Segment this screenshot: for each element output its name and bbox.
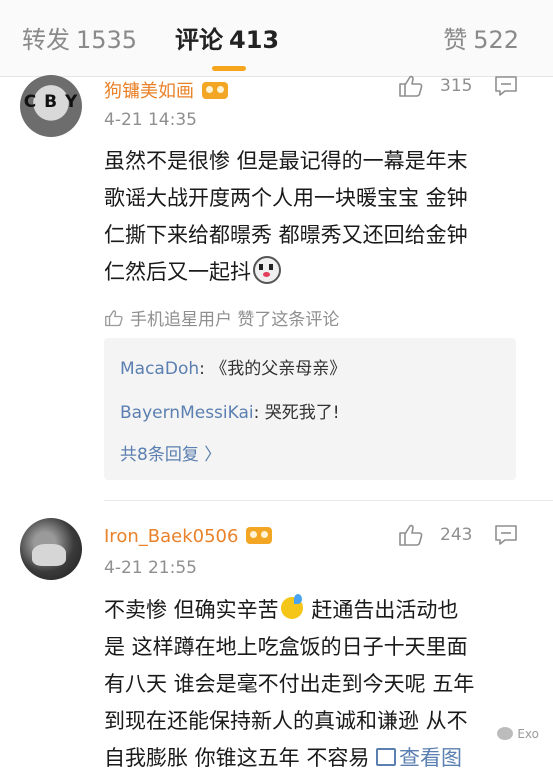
wechat-icon	[497, 727, 514, 740]
comment-divider	[104, 500, 553, 501]
member-badge-icon	[246, 526, 273, 544]
comment-line: 仁然后又一起抖	[104, 260, 251, 284]
thumbs-up-small-icon	[105, 310, 123, 327]
reply-text: 哭死我了!	[264, 403, 340, 423]
comment-line: 虽然不是很惨 但是最记得的一幕是年末	[104, 149, 468, 173]
tab-comment[interactable]: 评论 413	[175, 20, 279, 55]
comment-body: 虽然不是很惨 但是最记得的一幕是年末 歌谣大战开度两个人用一块暖宝宝 金钟 仁撕…	[104, 143, 524, 291]
thumbs-up-icon[interactable]	[398, 74, 424, 98]
username-text: Iron_Baek0506	[104, 526, 239, 547]
comment-line: 有八天 谁会是毫不付出走到今天呢 五年	[104, 672, 475, 696]
avatar[interactable]	[20, 518, 82, 580]
reply-box[interactable]: MacaDoh: 《我的父亲母亲》 BayernMessiKai: 哭死我了! …	[104, 338, 516, 480]
reply-user[interactable]: MacaDoh	[120, 359, 199, 379]
comment-time: 4-21 21:55	[104, 558, 197, 578]
reply-user[interactable]: BayernMessiKai	[120, 403, 254, 423]
member-badge-icon	[202, 81, 228, 99]
thumbs-up-icon[interactable]	[398, 523, 424, 547]
comment-line: 仁撕下来给都暻秀 都暻秀又还回给金钟	[104, 223, 468, 247]
reply-bubble-icon[interactable]	[494, 75, 518, 97]
tab-comment-count: 413	[229, 26, 280, 54]
comment-body: 不卖惨 但确实辛苦 赶通告出活动也 是 这样蹲在地上吃盒饭的日子十天里面 有八天…	[104, 592, 524, 777]
tab-comment-label: 评论	[175, 26, 223, 54]
comment-username[interactable]: 狗镛美如画	[104, 77, 228, 103]
view-picture-link[interactable]: 查看图	[376, 746, 462, 770]
tab-repost-count: 1535	[76, 26, 138, 54]
like-count: 315	[440, 76, 473, 96]
more-replies-link[interactable]: 共8条回复 〉	[120, 440, 221, 465]
reply-text: 《我的父亲母亲》	[210, 359, 347, 379]
comment-line: 是 这样蹲在地上吃盒饭的日子十天里面	[104, 635, 468, 659]
comment-line: 自我膨胀 你锥这五年 不容易	[104, 746, 377, 770]
like-count: 243	[440, 525, 473, 545]
comment-tab-bar: 转发 1535 评论 413 赞 522	[0, 0, 553, 77]
comment-time: 4-21 14:35	[104, 110, 197, 130]
comment-username[interactable]: Iron_Baek0506	[104, 526, 273, 547]
watermark-text: Exo	[517, 727, 539, 741]
liked-by-text: 手机追星用户 赞了这条评论	[130, 310, 340, 330]
tab-repost[interactable]: 转发 1535	[22, 20, 137, 55]
avatar-hand-shape	[32, 544, 66, 566]
avatar-text: C B Y	[23, 92, 79, 112]
scream-emoji-icon	[253, 256, 281, 284]
watermark: Exo	[497, 727, 539, 741]
active-tab-indicator	[212, 66, 246, 71]
tab-like-count: 522	[473, 26, 519, 54]
username-text: 狗镛美如画	[104, 81, 194, 102]
reply-item: BayernMessiKai: 哭死我了!	[120, 403, 340, 423]
sweat-emoji-icon	[280, 594, 303, 619]
tab-repost-label: 转发	[22, 26, 70, 54]
comment-line: 到现在还能保持新人的真诚和谦逊 从不	[104, 709, 468, 733]
tab-like[interactable]: 赞 522	[443, 20, 519, 55]
comment-line: 赶通告出活动也	[304, 598, 459, 622]
liked-by-row[interactable]: 手机追星用户 赞了这条评论	[104, 305, 339, 330]
comment-line: 不卖惨 但确实辛苦	[104, 598, 279, 622]
reply-bubble-icon[interactable]	[494, 524, 518, 546]
picture-icon	[376, 748, 397, 766]
comment-line: 歌谣大战开度两个人用一块暖宝宝 金钟	[104, 186, 468, 210]
tab-like-label: 赞	[443, 26, 468, 54]
view-picture-label: 查看图	[399, 746, 463, 770]
avatar[interactable]: C B Y	[20, 75, 82, 137]
reply-item: MacaDoh: 《我的父亲母亲》	[120, 359, 347, 379]
